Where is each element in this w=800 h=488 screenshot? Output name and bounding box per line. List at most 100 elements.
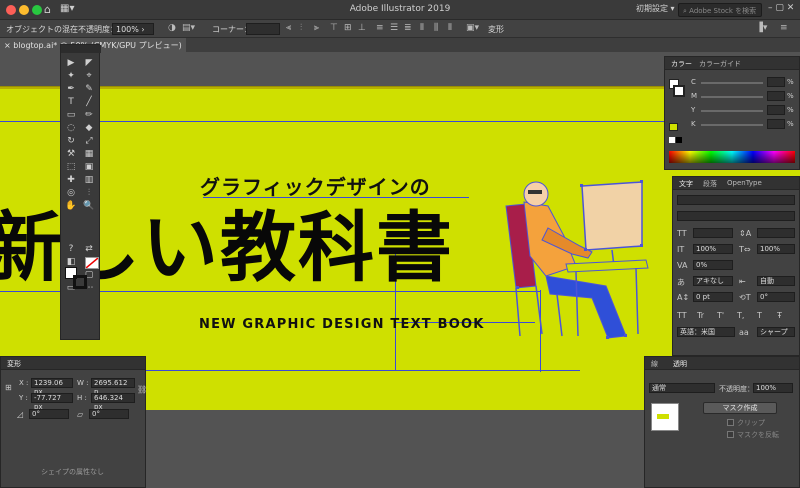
channel-slider[interactable] xyxy=(701,96,763,98)
zoom-tool-icon[interactable]: 🔍 xyxy=(81,200,97,213)
leading-field[interactable] xyxy=(757,228,795,238)
w-field[interactable]: 2695.612 p xyxy=(91,378,135,396)
transform-link[interactable]: 変形 xyxy=(488,24,504,35)
tab-transform[interactable]: 変形 xyxy=(7,359,21,369)
current-color-swatch[interactable] xyxy=(669,123,678,131)
invert-mask-checkbox[interactable] xyxy=(727,431,734,438)
font-style-field[interactable] xyxy=(677,211,795,221)
blend-mode-select[interactable]: 通常 xyxy=(649,383,715,393)
blob-brush-icon[interactable]: ◌ xyxy=(63,122,79,135)
channel-slider[interactable] xyxy=(701,82,763,84)
clip-checkbox[interactable] xyxy=(727,419,734,426)
minimize-icon[interactable]: – xyxy=(768,3,773,13)
channel-value-field[interactable] xyxy=(767,119,785,129)
strikethrough-icon[interactable]: Ŧ xyxy=(777,311,782,320)
tab-stroke[interactable]: 線 xyxy=(651,359,658,369)
channel-value-field[interactable] xyxy=(767,91,785,101)
arrange-icon[interactable]: ▤▾ xyxy=(182,23,195,33)
direct-selection-tool-icon[interactable]: ◤ xyxy=(81,57,97,70)
color-spectrum[interactable] xyxy=(669,151,795,163)
tab-color[interactable]: カラー xyxy=(671,59,692,69)
tab-transparency[interactable]: 透明 xyxy=(673,359,687,369)
type-tool-icon[interactable]: T xyxy=(63,96,79,109)
baseline-shift-field[interactable]: 0 pt xyxy=(693,292,733,302)
tab-opentype[interactable]: OpenType xyxy=(727,179,762,187)
horizontal-scale-field[interactable]: 100% xyxy=(757,244,795,254)
black-swatch[interactable] xyxy=(676,137,682,143)
align-top-icon[interactable]: ⊤ xyxy=(330,23,338,33)
anti-alias-field[interactable]: シャープ xyxy=(757,327,795,337)
h-field[interactable]: 646.324 px xyxy=(91,393,135,411)
channel-slider[interactable] xyxy=(701,110,763,112)
panel-menu-icon[interactable]: ▐▾ xyxy=(756,23,767,33)
shear-field[interactable]: 0° xyxy=(89,409,129,419)
english-title-text[interactable]: NEW GRAPHIC DESIGN TEXT BOOK xyxy=(199,317,484,332)
eraser-icon[interactable]: ◆ xyxy=(81,122,97,135)
char-rotation-field[interactable]: 0° xyxy=(757,292,795,302)
lasso-icon[interactable]: ⌖ xyxy=(81,70,97,83)
language-field[interactable]: 英語：米国 xyxy=(677,327,735,337)
close-icon[interactable]: × xyxy=(4,41,11,50)
subtitle-text[interactable]: グラフィックデザインの xyxy=(200,171,431,200)
blend-tool-icon[interactable]: ⫶ xyxy=(81,187,97,200)
hand-tool-icon[interactable]: ✋ xyxy=(63,200,79,213)
y-field[interactable]: -77.727 px xyxy=(31,393,73,411)
shape-builder-icon[interactable]: ⬚ xyxy=(63,161,79,174)
mesh-tool-icon[interactable]: ✚ xyxy=(63,174,79,187)
width-tool-icon[interactable]: ⚒ xyxy=(63,148,79,161)
align-bottom-icon[interactable]: ⊥ xyxy=(358,23,366,33)
superscript-icon[interactable]: T' xyxy=(717,311,724,320)
reference-point-icon[interactable]: ⊞ xyxy=(5,383,12,392)
distribute-top-icon[interactable]: ≡ xyxy=(376,23,384,33)
tab-character[interactable]: 文字 xyxy=(679,179,693,189)
distribute-center-icon[interactable]: ☰ xyxy=(390,23,398,33)
eyedropper-icon[interactable]: ◎ xyxy=(63,187,79,200)
stock-search-input[interactable]: ⌕ Adobe Stock を検索 xyxy=(678,3,762,17)
make-mask-button[interactable]: マスク作成 xyxy=(703,402,777,414)
all-caps-icon[interactable]: TT xyxy=(677,311,687,320)
none-swatch[interactable] xyxy=(85,257,99,269)
distribute-left-icon[interactable]: ⦀ xyxy=(420,23,424,33)
stroke-swatch[interactable] xyxy=(673,85,685,97)
distribute-right-icon[interactable]: ⦀ xyxy=(448,23,452,33)
transparency-opacity-field[interactable]: 100% xyxy=(753,383,793,393)
workspace-select[interactable]: 初期設定 ▾ xyxy=(636,3,676,14)
align-center-icon[interactable]: ⫶ xyxy=(300,23,302,33)
vertical-scale-field[interactable]: 100% xyxy=(693,244,733,254)
opacity-field[interactable]: 100% › xyxy=(112,23,154,35)
channel-value-field[interactable] xyxy=(767,77,785,87)
align-right-icon[interactable]: ⫸ xyxy=(314,23,319,33)
pencil-tool-icon[interactable]: ✏ xyxy=(81,109,97,122)
corner-field[interactable] xyxy=(246,23,280,35)
tools-panel-grip[interactable] xyxy=(61,45,101,53)
distribute-bottom-icon[interactable]: ≣ xyxy=(404,23,412,33)
align-middle-icon[interactable]: ⊞ xyxy=(344,23,352,33)
auto-spacing-field[interactable]: 自動 xyxy=(757,276,795,286)
subscript-icon[interactable]: T, xyxy=(737,311,744,320)
pen-tool-icon[interactable]: ✒ xyxy=(63,83,79,96)
font-family-field[interactable] xyxy=(677,195,795,205)
x-field[interactable]: 1239.06 px xyxy=(31,378,73,396)
tab-color-guide[interactable]: カラーガイド xyxy=(699,59,741,69)
rectangle-tool-icon[interactable]: ▭ xyxy=(63,109,79,122)
swap-icon[interactable]: ⇄ xyxy=(81,243,97,256)
tab-paragraph[interactable]: 段落 xyxy=(703,179,717,189)
align-to-icon[interactable]: ▣▾ xyxy=(466,23,479,33)
stroke-swatch[interactable] xyxy=(73,275,87,289)
recolor-icon[interactable]: ◑ xyxy=(168,23,176,33)
scale-tool-icon[interactable]: ⤢ xyxy=(81,135,97,148)
help-icon[interactable]: ? xyxy=(63,243,79,256)
tracking-field[interactable]: 0% xyxy=(693,260,733,270)
close-icon[interactable]: ✕ xyxy=(787,3,795,13)
distribute-hcenter-icon[interactable]: ⫼ xyxy=(434,23,438,33)
channel-slider[interactable] xyxy=(701,124,763,126)
line-tool-icon[interactable]: ╱ xyxy=(81,96,97,109)
underline-icon[interactable]: T xyxy=(757,311,762,320)
align-left-icon[interactable]: ⫷ xyxy=(286,23,291,33)
designer-illustration[interactable] xyxy=(496,176,666,344)
constrain-link-icon[interactable]: ⛓ xyxy=(137,385,147,394)
restore-icon[interactable]: ▢ xyxy=(775,3,784,13)
magic-wand-icon[interactable]: ✦ xyxy=(63,70,79,83)
curvature-tool-icon[interactable]: ✎ xyxy=(81,83,97,96)
white-swatch[interactable] xyxy=(669,137,675,143)
